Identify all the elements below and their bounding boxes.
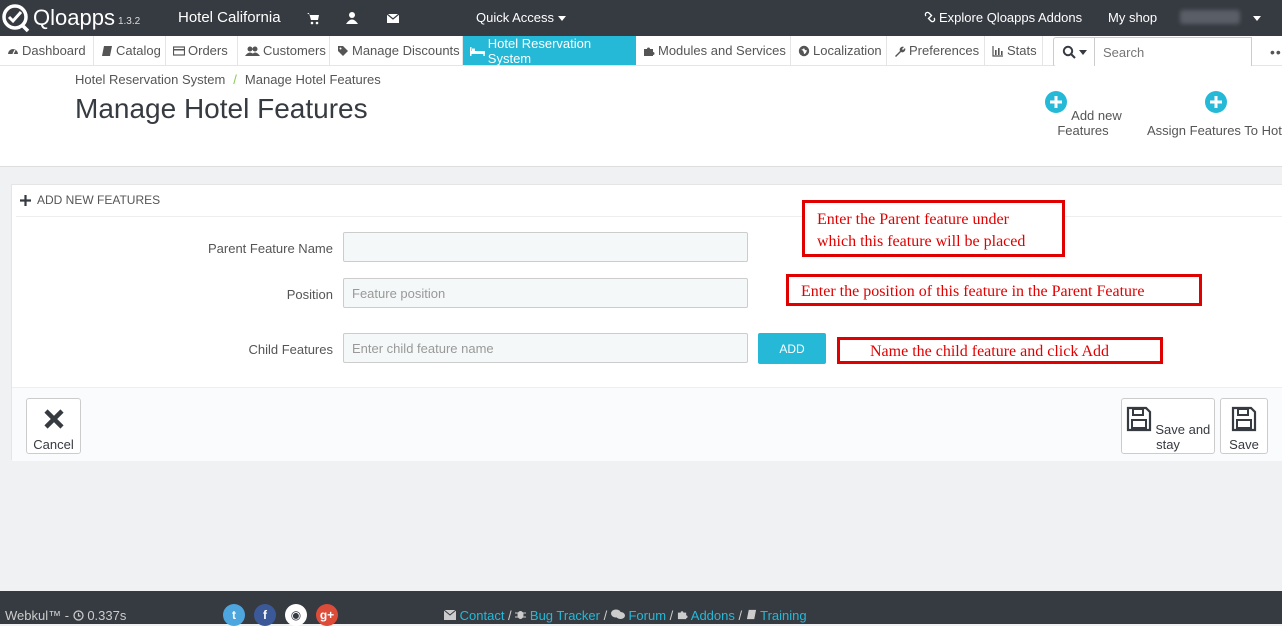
footer: Webkul™ - 0.337s t f ◉ g+ Contact / Bug … — [0, 591, 1282, 626]
explore-addons-link[interactable]: Explore Qloapps Addons — [924, 10, 1082, 25]
add-new-features-button[interactable]: Add new Features — [1030, 90, 1136, 138]
google-plus-icon[interactable]: g+ — [316, 604, 338, 626]
menu-item-localization[interactable]: Localization — [791, 36, 887, 65]
search-icon — [1062, 45, 1076, 59]
breadcrumb-item-current: Manage Hotel Features — [244, 72, 381, 87]
footer-load-time: 0.337s — [87, 608, 127, 623]
panel-footer — [12, 387, 1282, 461]
wrench-icon — [895, 46, 906, 57]
github-icon[interactable]: ◉ — [285, 604, 307, 626]
footer-links: Contact / Bug Tracker / Forum / Addons /… — [443, 608, 807, 623]
menu-item-manage-discounts[interactable]: Manage Discounts — [330, 36, 463, 65]
twitter-icon[interactable]: t — [223, 604, 245, 626]
menu-item-modules-and-services[interactable]: Modules and Services — [636, 36, 791, 65]
quick-access-dropdown[interactable]: Quick Access — [476, 10, 567, 25]
my-shop-link[interactable]: My shop — [1108, 10, 1157, 25]
position-input[interactable]: Feature position — [343, 278, 748, 308]
footer-link-training[interactable]: Training — [760, 608, 806, 623]
menu-item-stats[interactable]: Stats — [985, 36, 1043, 65]
quick-access-label: Quick Access — [476, 10, 555, 25]
search-type-dropdown[interactable] — [1053, 37, 1095, 67]
credit-card-icon — [173, 45, 185, 56]
floppy-disk-icon — [1126, 406, 1151, 432]
employee-name-blurred[interactable] — [1180, 10, 1240, 24]
users-icon — [245, 46, 260, 56]
close-icon — [43, 409, 64, 429]
bug-icon — [515, 611, 527, 619]
globe-icon — [798, 45, 810, 56]
cart-icon[interactable] — [306, 11, 320, 25]
plus-icon — [20, 194, 31, 206]
search-input[interactable] — [1094, 37, 1252, 67]
tags-icon — [338, 45, 348, 56]
menu-item-catalog[interactable]: Catalog — [94, 36, 166, 65]
annotation-position: Enter the position of this feature in th… — [786, 274, 1202, 306]
save-and-stay-button[interactable]: Save and stay — [1121, 398, 1215, 454]
menu-item-dashboard[interactable]: Dashboard — [0, 36, 94, 65]
menu-item-hotel-reservation-system[interactable]: Hotel Reservation System — [463, 36, 636, 66]
shop-name[interactable]: Hotel California — [178, 9, 281, 26]
cancel-button[interactable]: Cancel — [26, 398, 81, 454]
breadcrumb: Hotel Reservation System / Manage Hotel Fe… — [75, 72, 381, 87]
envelope-icon[interactable] — [386, 11, 400, 25]
puzzle-icon — [644, 47, 655, 56]
qloapps-logo-icon — [2, 4, 30, 33]
book-icon — [746, 609, 756, 620]
top-bar: Qloapps 1.3.2 Hotel California Quick Acc… — [0, 0, 1282, 36]
footer-company: Webkul™ - 0.337s — [5, 608, 127, 623]
annotation-child-feature: Name the child feature and click Add — [837, 337, 1163, 364]
link-icon — [924, 11, 936, 23]
user-icon[interactable] — [345, 11, 359, 25]
child-features-label: Child Features — [248, 342, 333, 357]
dashboard-icon — [8, 48, 18, 54]
annotation-parent-feature: Enter the Parent feature under which thi… — [802, 200, 1065, 257]
caret-down-icon[interactable] — [1253, 16, 1261, 21]
bed-icon — [470, 46, 485, 56]
menu-item-orders[interactable]: Orders — [166, 36, 238, 65]
footer-link-forum[interactable]: Forum — [628, 608, 666, 623]
logo[interactable]: Qloapps 1.3.2 — [0, 3, 140, 33]
brand-version: 1.3.2 — [117, 15, 141, 27]
caret-down-icon — [558, 16, 567, 22]
footer-link-contact[interactable]: Contact — [460, 608, 505, 623]
save-button[interactable]: Save — [1220, 398, 1268, 454]
breadcrumb-item[interactable]: Hotel Reservation System — [75, 72, 225, 87]
puzzle-icon — [677, 611, 688, 620]
parent-feature-input[interactable] — [343, 232, 748, 262]
child-feature-input[interactable]: Enter child feature name — [343, 333, 748, 363]
clock-icon — [73, 610, 84, 621]
menu-item-customers[interactable]: Customers — [238, 36, 330, 65]
caret-down-icon — [1078, 49, 1087, 55]
book-icon — [102, 45, 112, 56]
panel-heading: ADD NEW FEATURES — [20, 193, 160, 207]
parent-feature-label: Parent Feature Name — [207, 241, 333, 256]
assign-features-to-hotel-button[interactable]: Assign Features To Hotel — [1147, 90, 1282, 138]
plus-circle-icon — [1205, 91, 1227, 113]
menu-item-preferences[interactable]: Preferences — [887, 36, 985, 65]
position-label: Position — [286, 287, 333, 302]
footer-link-bug-tracker[interactable]: Bug Tracker — [530, 608, 600, 623]
breadcrumb-separator: / — [233, 72, 237, 87]
add-child-feature-button[interactable]: ADD — [758, 333, 826, 364]
footer-link-addons[interactable]: Addons — [691, 608, 735, 623]
page-title: Manage Hotel Features — [75, 93, 368, 124]
brand-name: Qloapps — [33, 5, 115, 30]
explore-label: Explore Qloapps Addons — [939, 10, 1083, 25]
plus-circle-icon — [1045, 91, 1068, 113]
facebook-icon[interactable]: f — [254, 604, 276, 626]
bar-chart-icon — [992, 45, 1003, 57]
tool-label: Assign Features To Hotel — [1147, 123, 1282, 138]
more-menu-icon[interactable]: ••• — [1270, 44, 1282, 60]
page-header: Hotel Reservation System / Manage Hotel Fe… — [0, 66, 1282, 167]
floppy-disk-icon — [1231, 406, 1257, 432]
divider — [16, 216, 1282, 217]
envelope-icon — [443, 609, 457, 620]
comments-icon — [610, 609, 625, 619]
